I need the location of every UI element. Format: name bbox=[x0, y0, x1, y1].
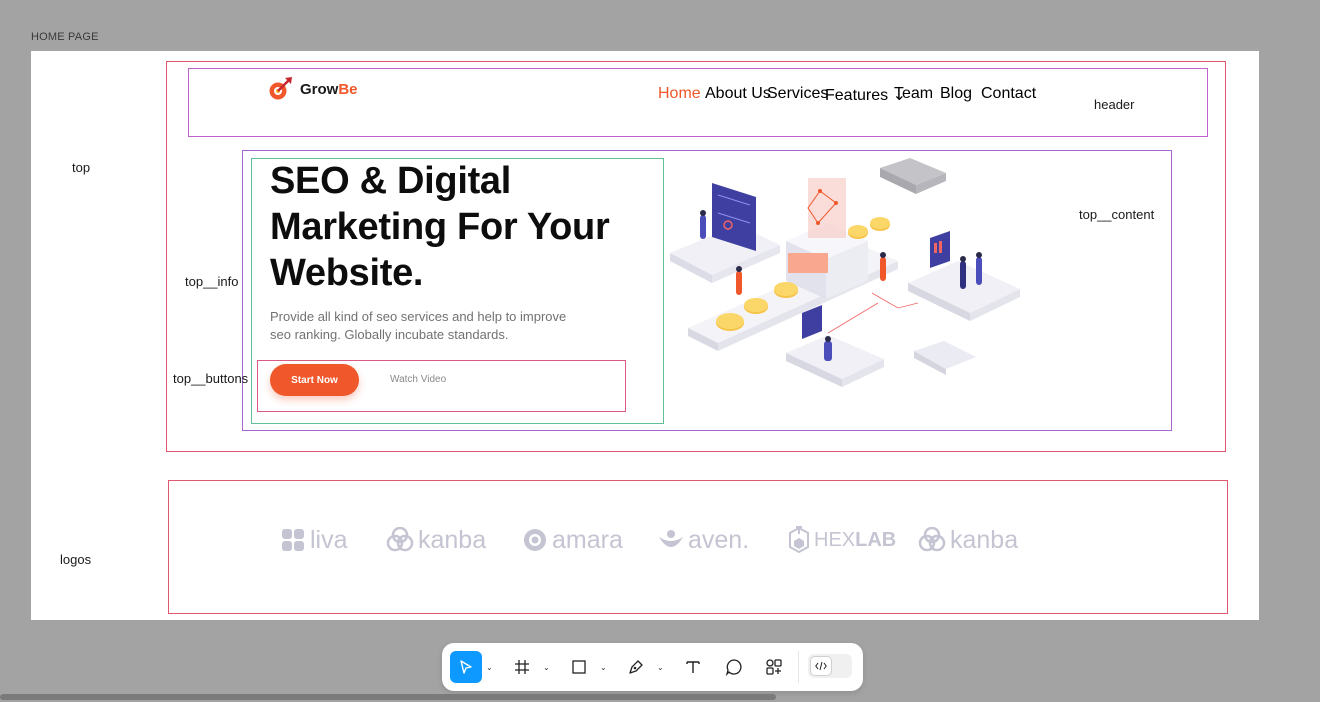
amara-mark-icon bbox=[524, 529, 546, 551]
pen-icon bbox=[629, 660, 643, 674]
kanba-mark-icon bbox=[918, 527, 946, 552]
pen-tool-button[interactable] bbox=[620, 651, 652, 683]
logo-text: GrowBe bbox=[300, 80, 358, 98]
label-top-info: top__info bbox=[185, 274, 239, 289]
kanba-mark-icon bbox=[386, 527, 414, 552]
growbe-arrow-icon bbox=[269, 77, 292, 100]
rectangle-icon bbox=[572, 660, 586, 674]
hero-title: SEO & Digital Marketing For Your Website… bbox=[270, 160, 610, 294]
brand-kanba-logo-2: kanba bbox=[918, 520, 1018, 560]
nav-contact[interactable]: Contact bbox=[981, 85, 1036, 103]
brand-aven-logo: aven. bbox=[658, 520, 749, 560]
nav-team[interactable]: Team bbox=[894, 85, 933, 103]
hero-description: Provide all kind of seo services and hel… bbox=[270, 309, 567, 342]
brand-liva-logo: liva bbox=[280, 520, 348, 560]
move-tool-caret-icon[interactable]: ⌄ bbox=[486, 663, 493, 672]
start-now-button[interactable]: Start Now bbox=[270, 364, 359, 396]
liva-mark-icon bbox=[282, 529, 304, 551]
watch-video-button[interactable]: Watch Video bbox=[390, 374, 446, 385]
frame-tool-caret-icon[interactable]: ⌄ bbox=[543, 663, 550, 672]
nav-blog[interactable]: Blog bbox=[940, 85, 972, 103]
brand-hexlab-logo: HEXLAB bbox=[788, 520, 896, 560]
code-icon bbox=[815, 661, 827, 671]
nav-services[interactable]: Services bbox=[767, 85, 828, 103]
shape-tool-button[interactable] bbox=[563, 651, 595, 683]
nav-home[interactable]: Home bbox=[658, 85, 701, 103]
nav-about-us[interactable]: About Us bbox=[705, 85, 771, 103]
growbe-logo[interactable]: GrowBe bbox=[268, 76, 358, 102]
move-icon bbox=[460, 660, 472, 674]
brand-amara-logo: amara bbox=[522, 520, 623, 560]
frame-title[interactable]: HOME PAGE bbox=[31, 31, 99, 43]
shape-tool-caret-icon[interactable]: ⌄ bbox=[600, 663, 607, 672]
hexlab-mark-icon bbox=[789, 526, 809, 554]
design-toolbar: ⌄ ⌄ ⌄ ⌄ bbox=[442, 643, 863, 691]
text-icon bbox=[686, 661, 700, 673]
label-top-content: top__content bbox=[1079, 207, 1155, 222]
frame-icon bbox=[515, 660, 529, 674]
comment-tool-button[interactable] bbox=[718, 651, 750, 683]
aven-mark-icon bbox=[659, 530, 683, 547]
frame-tool-button[interactable] bbox=[506, 651, 538, 683]
comment-icon bbox=[725, 659, 742, 676]
horizontal-scrollbar[interactable] bbox=[0, 694, 776, 700]
assets-icon bbox=[766, 659, 782, 675]
pen-tool-caret-icon[interactable]: ⌄ bbox=[657, 663, 664, 672]
move-tool-button[interactable] bbox=[450, 651, 482, 683]
toolbar-divider bbox=[798, 651, 799, 683]
text-tool-button[interactable] bbox=[677, 651, 709, 683]
partner-logos: liva kanba amara aven. HEXLAB kanba bbox=[0, 520, 1320, 560]
label-header: header bbox=[1094, 97, 1135, 112]
brand-kanba-logo: kanba bbox=[386, 520, 486, 560]
assets-tool-button[interactable] bbox=[758, 651, 790, 683]
label-top: top bbox=[72, 160, 91, 175]
seo-isometric-illustration bbox=[670, 158, 1020, 387]
label-top-buttons: top__buttons bbox=[173, 371, 249, 386]
dev-mode-toggle[interactable] bbox=[808, 654, 852, 678]
dev-mode-knob bbox=[810, 656, 832, 676]
